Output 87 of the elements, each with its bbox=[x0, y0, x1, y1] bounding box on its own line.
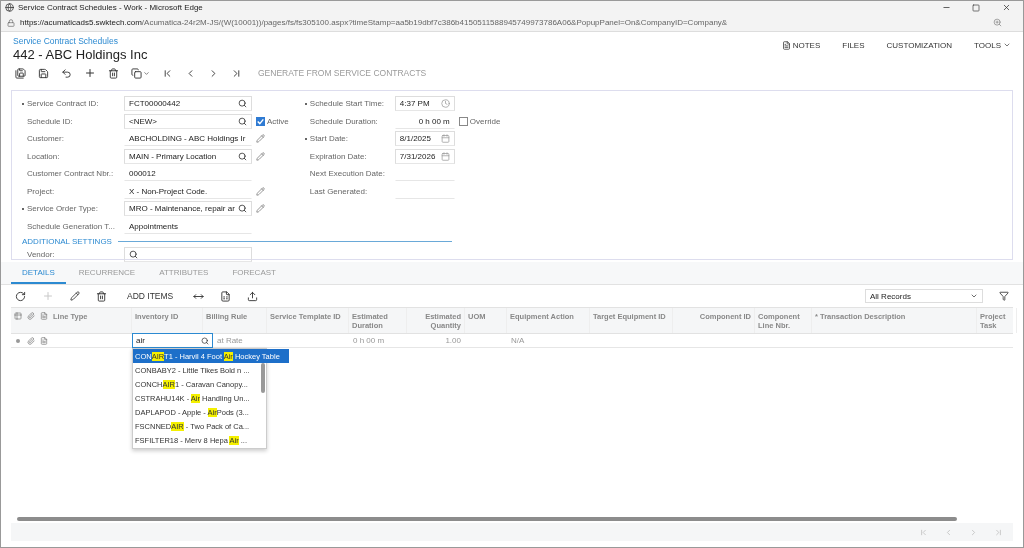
header-link[interactable]: NOTES bbox=[781, 40, 821, 50]
add-button[interactable] bbox=[84, 67, 96, 79]
first-record-button[interactable] bbox=[162, 67, 173, 79]
field-value: Appointments bbox=[124, 218, 252, 234]
export-button[interactable] bbox=[220, 290, 232, 302]
caret-icon[interactable] bbox=[143, 69, 150, 77]
field-label: Start Date: bbox=[304, 134, 391, 144]
field-label: Vendor: bbox=[26, 250, 56, 260]
header-link[interactable]: TOOLS bbox=[974, 40, 1011, 50]
page-title: 442 - ABC Holdings Inc bbox=[13, 47, 148, 62]
input-field[interactable]: FCT00000442 bbox=[124, 96, 252, 112]
field-label: Last Generated: bbox=[308, 186, 369, 196]
field-value: 0 h 00 m bbox=[394, 113, 455, 129]
note-icon[interactable] bbox=[39, 336, 48, 345]
search-icon[interactable] bbox=[238, 204, 247, 214]
close-icon[interactable] bbox=[1001, 3, 1011, 12]
zoom-icon[interactable] bbox=[993, 18, 1002, 27]
table-cell-text: N/A bbox=[510, 336, 526, 345]
toolbar-button[interactable]: ADD ITEMS bbox=[123, 291, 178, 301]
table-icon bbox=[13, 312, 22, 320]
field-label: Next Execution Date: bbox=[308, 169, 386, 179]
table-cell-text: 0 h 00 m bbox=[352, 336, 386, 345]
field-label: Schedule Duration: bbox=[308, 116, 379, 126]
window-title: Service Contract Schedules - Work - Microsoft Edge bbox=[18, 3, 204, 12]
checkbox[interactable]: Override bbox=[458, 116, 501, 126]
save-close-button[interactable] bbox=[15, 67, 26, 79]
section-title: ADDITIONAL SETTINGS bbox=[22, 237, 112, 246]
browser-icon bbox=[5, 3, 14, 12]
filter-dropdown[interactable]: All Records bbox=[865, 289, 983, 303]
checkbox-box[interactable] bbox=[256, 116, 265, 126]
breadcrumb-link[interactable]: Service Contract Schedules bbox=[13, 36, 148, 46]
last-record-button[interactable] bbox=[231, 67, 242, 79]
search-icon[interactable] bbox=[201, 336, 209, 345]
field-label: Customer: bbox=[26, 134, 65, 144]
delete-button[interactable] bbox=[108, 67, 119, 79]
table-cell-text: 1.00 bbox=[444, 336, 462, 345]
checkbox-label: Override bbox=[469, 116, 501, 126]
input-field[interactable]: MRO - Maintenance, repair ar bbox=[124, 201, 252, 217]
field-value: 000012 bbox=[124, 166, 252, 182]
field-label: Service Contract ID: bbox=[22, 99, 120, 109]
undo-button[interactable] bbox=[61, 67, 72, 79]
lock-icon bbox=[7, 18, 15, 27]
input-field[interactable] bbox=[124, 247, 252, 263]
field-label: Customer Contract Nbr.: bbox=[26, 169, 115, 179]
row-marker-icon bbox=[15, 338, 20, 343]
save-button[interactable] bbox=[38, 67, 49, 79]
input-field[interactable]: <NEW> bbox=[124, 113, 252, 129]
input-field[interactable]: 7/31/2026 bbox=[394, 148, 455, 164]
field-label: Schedule ID: bbox=[26, 116, 74, 126]
caret-icon[interactable] bbox=[970, 292, 978, 300]
header-link[interactable]: CUSTOMIZATION bbox=[886, 40, 952, 50]
search-icon[interactable] bbox=[129, 250, 138, 260]
note-icon[interactable] bbox=[781, 40, 791, 50]
input-field[interactable]: 8/1/2025 bbox=[394, 131, 455, 147]
field-label: Location: bbox=[26, 151, 61, 161]
search-icon[interactable] bbox=[238, 99, 247, 109]
field-value: ABCHOLDING - ABC Holdings Ir bbox=[124, 131, 252, 147]
refresh-button[interactable] bbox=[15, 290, 26, 302]
inventory-input[interactable]: air bbox=[132, 333, 213, 348]
field-label: Project: bbox=[26, 186, 56, 196]
delete-button[interactable] bbox=[96, 290, 107, 302]
field-label: Expiration Date: bbox=[308, 151, 368, 161]
search-icon[interactable] bbox=[238, 151, 247, 161]
checkbox[interactable]: Active bbox=[256, 116, 289, 126]
paperclip-icon[interactable] bbox=[26, 336, 35, 345]
filter-button[interactable] bbox=[999, 291, 1009, 301]
maximize-icon[interactable] bbox=[972, 3, 980, 12]
calendar-icon[interactable] bbox=[440, 134, 450, 144]
calendar-icon[interactable] bbox=[440, 151, 450, 161]
field-value: X - Non-Project Code. bbox=[124, 183, 252, 199]
tab[interactable]: DETAILS bbox=[11, 262, 66, 284]
field-label: Schedule Start Time: bbox=[304, 99, 391, 109]
header-link[interactable]: FILES bbox=[842, 40, 865, 50]
caret-icon[interactable] bbox=[1003, 41, 1011, 49]
search-icon[interactable] bbox=[238, 116, 247, 126]
upload-button[interactable] bbox=[247, 290, 259, 302]
edit-button[interactable] bbox=[70, 291, 80, 301]
table-cell-text: at Rate bbox=[216, 336, 244, 345]
input-field[interactable]: 4:37 PM bbox=[394, 96, 455, 112]
paperclip-icon bbox=[26, 312, 35, 320]
field-label: Service Order Type: bbox=[22, 204, 120, 214]
checkbox-label: Active bbox=[267, 116, 289, 126]
checkbox-box[interactable] bbox=[458, 116, 468, 126]
input-field[interactable]: MAIN - Primary Location bbox=[124, 148, 252, 164]
copy-button[interactable] bbox=[131, 67, 150, 79]
note-icon bbox=[39, 312, 48, 320]
field-label: Schedule Generation T... bbox=[26, 221, 116, 231]
